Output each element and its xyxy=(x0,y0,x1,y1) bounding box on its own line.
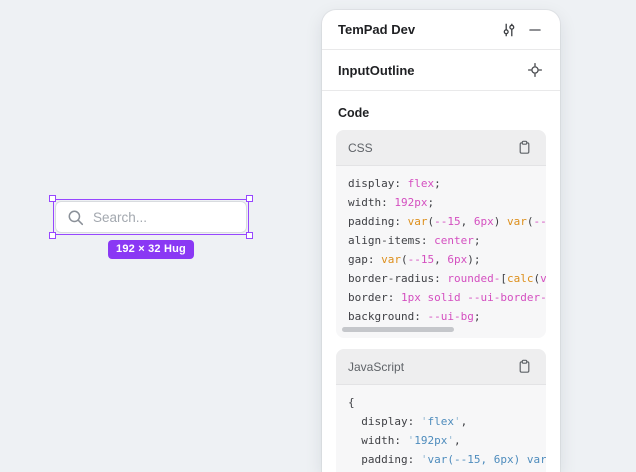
code-line: border: 1px solid --ui-border- xyxy=(348,288,534,307)
css-code-title: CSS xyxy=(348,141,511,155)
selected-element-input-outline[interactable]: Search... 192 × 32 Hug xyxy=(55,201,247,233)
search-input-placeholder: Search... xyxy=(93,210,147,225)
search-input-component[interactable]: Search... xyxy=(55,201,247,233)
code-line: border-radius: rounded-[calc(v xyxy=(348,269,534,288)
selection-handle-top-right[interactable] xyxy=(246,195,253,202)
code-line: background: --ui-bg; xyxy=(348,307,534,326)
javascript-code-body: { display: 'flex', width: '192px', paddi… xyxy=(336,385,546,472)
clipboard-icon[interactable] xyxy=(511,355,537,379)
component-name-label: InputOutline xyxy=(338,63,522,78)
selection-handle-bottom-left[interactable] xyxy=(49,232,56,239)
horizontal-scrollbar[interactable] xyxy=(342,327,454,332)
tempad-dev-plugin-panel: TemPad Dev InputOutline xyxy=(322,10,560,472)
design-canvas[interactable]: Search... 192 × 32 Hug TemPad Dev xyxy=(0,0,636,472)
code-line: align-items: center; xyxy=(348,231,534,250)
javascript-code-block: JavaScript { display: 'flex', width: '19… xyxy=(336,349,546,472)
code-line: width: 192px; xyxy=(348,193,534,212)
clipboard-icon[interactable] xyxy=(511,136,537,160)
selection-handle-bottom-right[interactable] xyxy=(246,232,253,239)
crosshair-icon[interactable] xyxy=(522,58,548,82)
code-line: display: 'flex', xyxy=(348,412,534,431)
code-line: padding: var(--15, 6px) var(-- xyxy=(348,212,534,231)
selected-component-row: InputOutline xyxy=(322,50,560,91)
search-icon xyxy=(67,209,84,226)
code-line: padding: 'var(--15, 6px) var xyxy=(348,450,534,469)
code-line: width: '192px', xyxy=(348,431,534,450)
dimensions-badge: 192 × 32 Hug xyxy=(108,240,194,259)
javascript-code-header: JavaScript xyxy=(336,349,546,385)
selection-handle-top-left[interactable] xyxy=(49,195,56,202)
code-line: display: flex; xyxy=(348,174,534,193)
code-line: { xyxy=(348,393,534,412)
css-code-header: CSS xyxy=(336,130,546,166)
javascript-code-title: JavaScript xyxy=(348,360,511,374)
sliders-icon[interactable] xyxy=(496,18,522,42)
plugin-title: TemPad Dev xyxy=(338,22,496,37)
code-section-title: Code xyxy=(322,91,560,130)
minimize-icon[interactable] xyxy=(522,18,548,42)
code-line: gap: var(--15, 6px); xyxy=(348,250,534,269)
css-code-block: CSS display: flex;width: 192px;padding: … xyxy=(336,130,546,338)
css-code-body: display: flex;width: 192px;padding: var(… xyxy=(336,166,546,338)
plugin-header: TemPad Dev xyxy=(322,10,560,50)
